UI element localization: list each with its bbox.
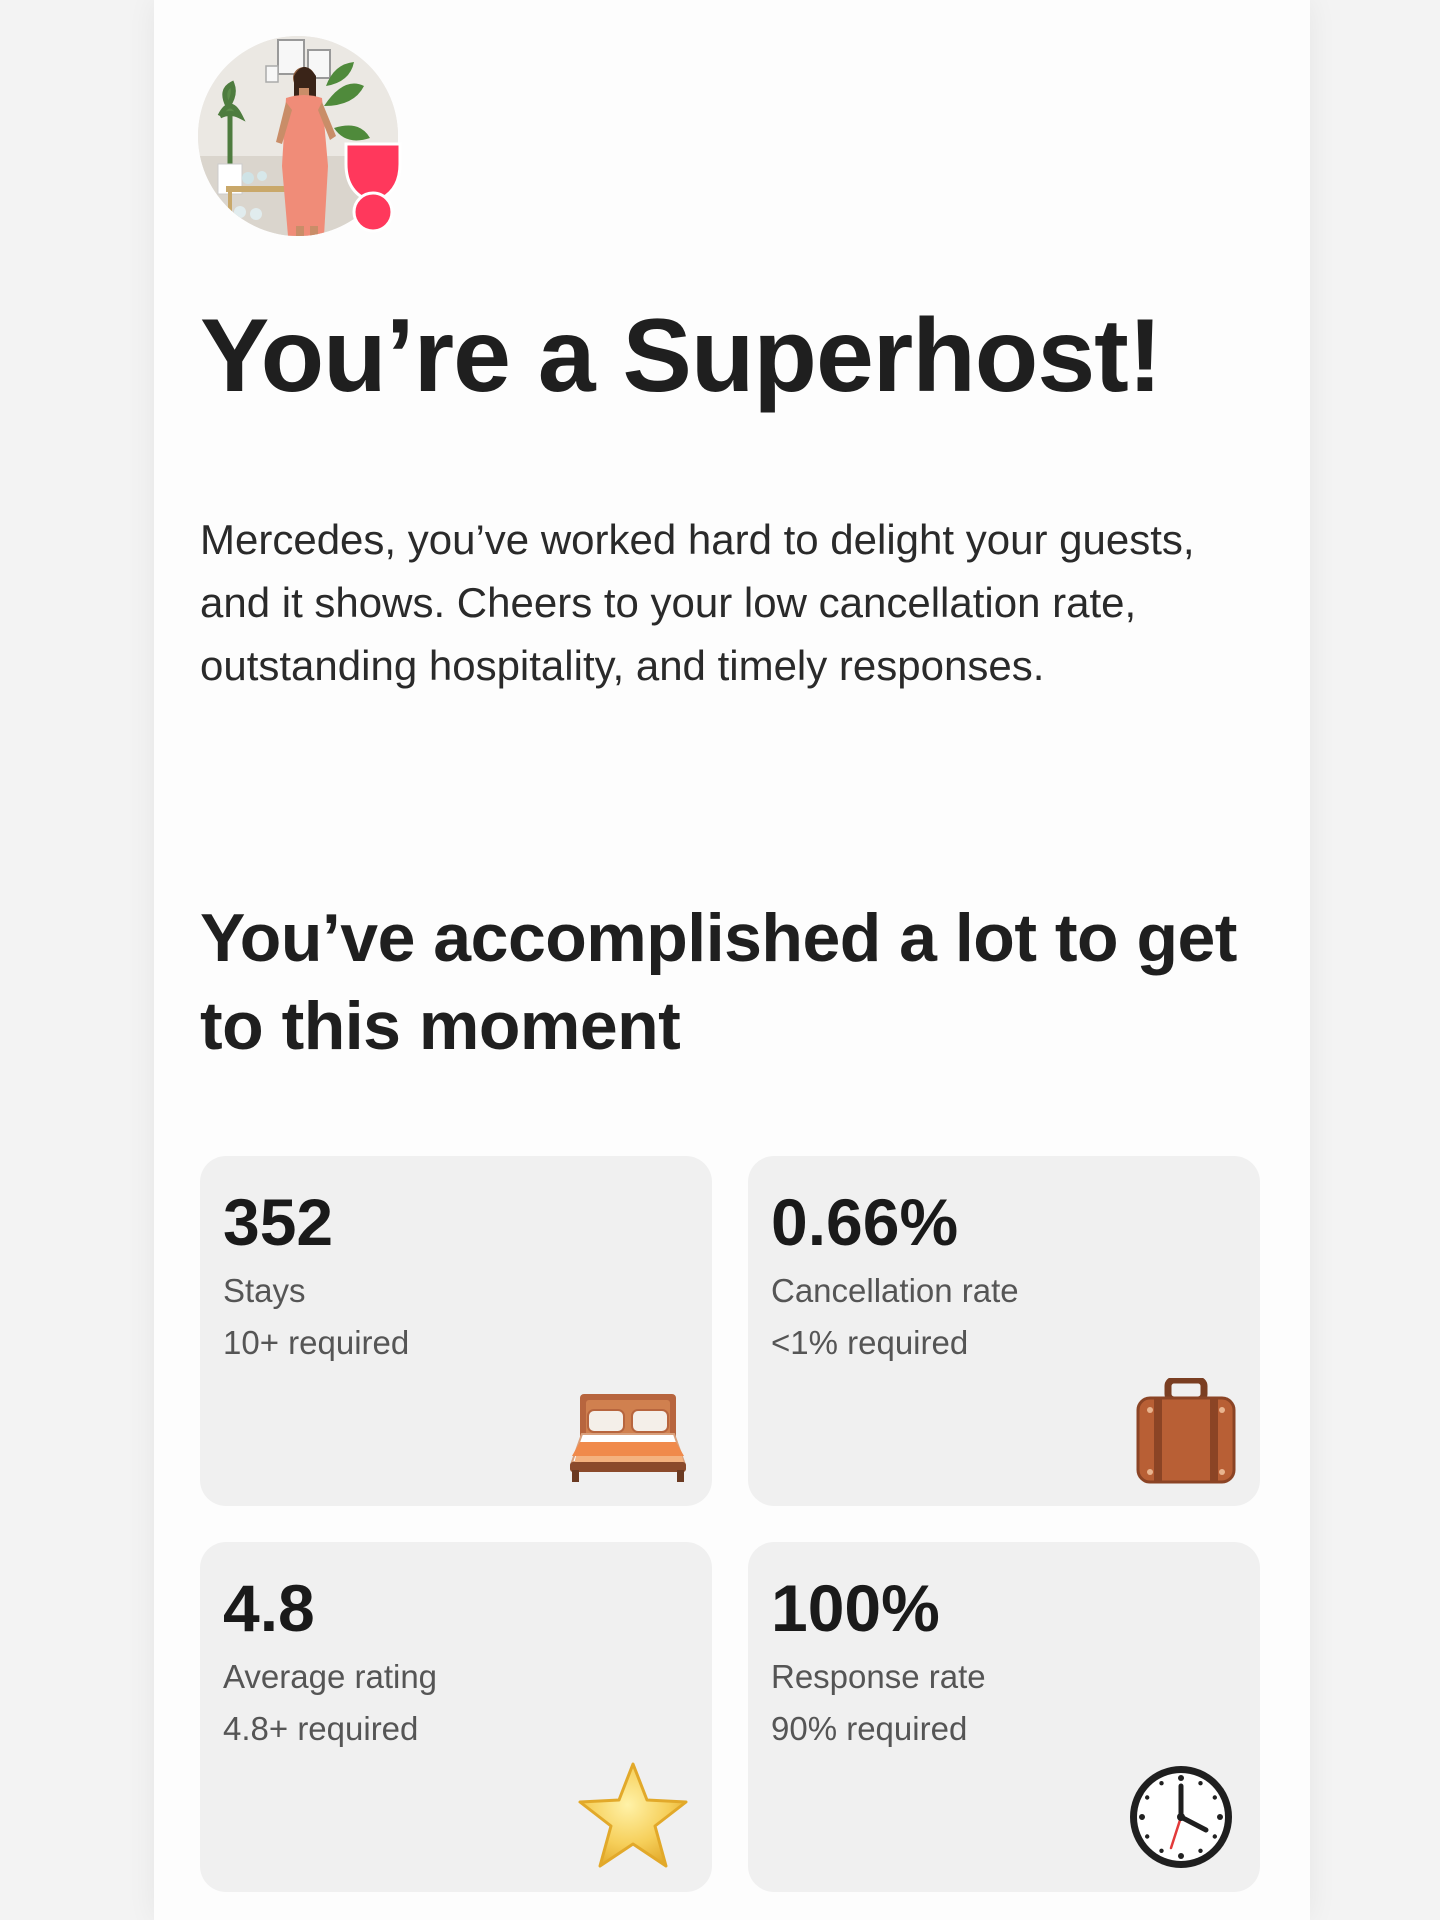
superhost-page: You’re a Superhost! Mercedes, you’ve wor… [154,0,1310,1920]
stat-card-response: 100% Response rate 90% required [748,1542,1260,1892]
stat-value: 4.8 [223,1571,315,1645]
stat-value: 100% [771,1571,940,1645]
stat-label: Cancellation rate [771,1272,1019,1309]
stat-label: Average rating [223,1658,438,1695]
stat-value: 352 [223,1185,334,1259]
clock-icon [1130,1766,1232,1868]
suitcase-icon [1136,1378,1236,1484]
superhost-badge-icon [344,142,402,233]
stat-card-stays: 352 Stays 10+ required [200,1156,712,1506]
stat-label: Response rate [771,1658,986,1695]
stat-value: 0.66% [771,1185,959,1259]
stat-card-cancellation: 0.66% Cancellation rate <1% required [748,1156,1260,1506]
stat-label: Stays [223,1272,306,1309]
star-icon [578,1762,688,1868]
stat-requirement: 10+ required [223,1324,410,1361]
stat-requirement: <1% required [771,1324,969,1361]
host-avatar-container [198,36,413,241]
page-title: You’re a Superhost! [200,298,1162,414]
stat-card-rating: 4.8 Average rating 4.8+ required [200,1542,712,1892]
stat-requirement: 4.8+ required [223,1710,419,1747]
bed-icon [570,1394,686,1482]
stat-requirement: 90% required [771,1710,968,1747]
section-title: You’ve accomplished a lot to get to this… [200,900,1237,1064]
intro-text: Mercedes, you’ve worked hard to delight … [200,516,1195,689]
